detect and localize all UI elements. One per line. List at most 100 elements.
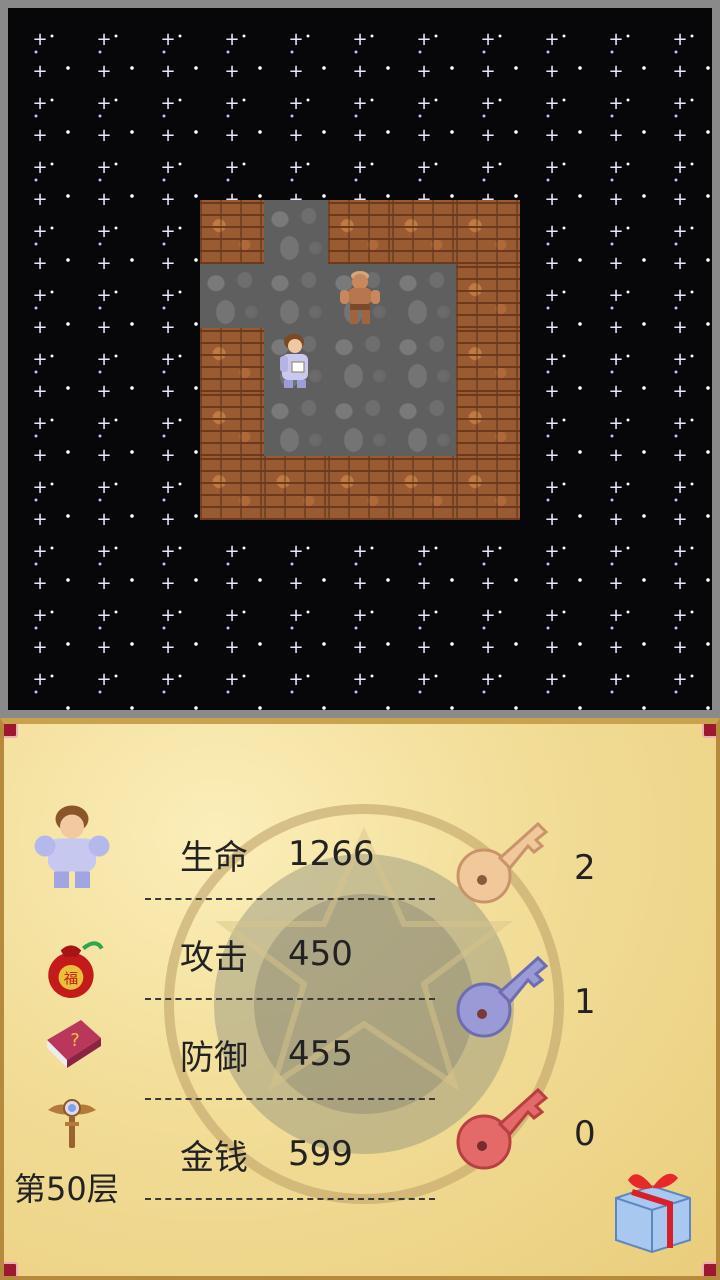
- star-icon: +: [480, 125, 496, 146]
- star-icon: +: [352, 541, 368, 562]
- star-icon: +: [416, 669, 432, 690]
- star-icon: +: [416, 541, 432, 562]
- star-icon: +: [672, 285, 688, 306]
- star-icon: +: [352, 157, 368, 178]
- star-icon: +: [544, 573, 560, 594]
- star-icon: +: [608, 605, 624, 626]
- star-icon: +: [32, 221, 48, 242]
- star-icon: +: [544, 317, 560, 338]
- star-icon: +: [32, 93, 48, 114]
- floor-tile[interactable]: [392, 328, 456, 392]
- star-icon: +: [672, 253, 688, 274]
- star-icon: +: [96, 189, 112, 210]
- star-icon: +: [608, 413, 624, 434]
- wall-tile: [200, 456, 264, 520]
- gift-box-icon[interactable]: [606, 1164, 698, 1256]
- star-icon: +: [96, 637, 112, 658]
- star-icon: +: [480, 605, 496, 626]
- star-icon: +: [672, 413, 688, 434]
- star-icon: +: [96, 285, 112, 306]
- floor-tile[interactable]: [264, 200, 328, 264]
- star-icon: +: [224, 637, 240, 658]
- star-icon: +: [32, 381, 48, 402]
- star-icon: +: [672, 669, 688, 690]
- star-icon: +: [288, 125, 304, 146]
- star-icon: +: [544, 221, 560, 242]
- red-key-icon: [456, 1087, 549, 1170]
- floor-tile[interactable]: [392, 392, 456, 456]
- star-icon: +: [608, 669, 624, 690]
- floor-tile[interactable]: [392, 264, 456, 328]
- star-icon: +: [672, 381, 688, 402]
- npc-strongman-sprite[interactable]: [328, 264, 392, 328]
- star-icon: +: [544, 637, 560, 658]
- star-icon: +: [352, 637, 368, 658]
- star-icon: +: [96, 541, 112, 562]
- star-icon: +: [608, 29, 624, 50]
- star-icon: +: [672, 125, 688, 146]
- floor-tile[interactable]: [264, 392, 328, 456]
- star-icon: +: [160, 157, 176, 178]
- star-icon: +: [480, 669, 496, 690]
- star-icon: +: [480, 573, 496, 594]
- star-icon: +: [608, 445, 624, 466]
- stat-divider: [145, 1198, 435, 1200]
- star-icon: +: [544, 157, 560, 178]
- monster-book-icon[interactable]: ?: [40, 1014, 106, 1074]
- yellow-key-count: 2: [574, 848, 596, 888]
- wall-tile: [456, 264, 520, 328]
- star-icon: +: [608, 157, 624, 178]
- floor-tile[interactable]: [264, 264, 328, 328]
- hero-sprite[interactable]: [264, 328, 328, 392]
- star-icon: +: [288, 93, 304, 114]
- star-icon: +: [32, 445, 48, 466]
- star-icon: +: [160, 61, 176, 82]
- star-icon: +: [96, 349, 112, 370]
- floor-tile[interactable]: [328, 392, 392, 456]
- hp-label: 生命: [180, 838, 248, 878]
- star-icon: +: [32, 349, 48, 370]
- star-icon: +: [352, 125, 368, 146]
- star-icon: +: [544, 189, 560, 210]
- star-icon: +: [544, 381, 560, 402]
- tower-room[interactable]: [200, 200, 520, 520]
- floor-tile[interactable]: [200, 264, 264, 328]
- star-icon: +: [544, 93, 560, 114]
- lucky-bag-icon[interactable]: 福: [40, 934, 106, 1000]
- star-icon: +: [608, 573, 624, 594]
- star-icon: +: [160, 253, 176, 274]
- star-icon: +: [416, 29, 432, 50]
- star-icon: +: [352, 61, 368, 82]
- floor-tile[interactable]: [328, 328, 392, 392]
- star-icon: +: [352, 93, 368, 114]
- fly-wand-icon[interactable]: [40, 1090, 104, 1154]
- star-icon: +: [96, 413, 112, 434]
- star-icon: +: [544, 61, 560, 82]
- star-icon: +: [96, 253, 112, 274]
- star-icon: +: [288, 541, 304, 562]
- game-board[interactable]: + + + + + + + + + + + + + + + + + + + + + + + + + + + + + + + + + + + + + + + +…: [0, 0, 720, 718]
- star-icon: +: [32, 637, 48, 658]
- hp-value: 1266: [288, 834, 375, 874]
- hero-portrait-icon[interactable]: [24, 798, 120, 894]
- star-icon: +: [672, 637, 688, 658]
- star-icon: +: [32, 285, 48, 306]
- star-icon: +: [672, 93, 688, 114]
- wall-tile: [456, 456, 520, 520]
- wall-tile: [392, 456, 456, 520]
- star-icon: +: [32, 317, 48, 338]
- star-icon: +: [224, 605, 240, 626]
- star-icon: +: [480, 157, 496, 178]
- defense-value: 455: [288, 1034, 353, 1074]
- star-icon: +: [32, 157, 48, 178]
- star-icon: +: [544, 349, 560, 370]
- red-key-count: 0: [574, 1114, 596, 1154]
- star-icon: +: [96, 445, 112, 466]
- star-icon: +: [224, 61, 240, 82]
- star-icon: +: [416, 93, 432, 114]
- star-icon: +: [288, 637, 304, 658]
- star-icon: +: [96, 93, 112, 114]
- star-icon: +: [544, 285, 560, 306]
- panel-corner: [702, 724, 716, 738]
- panel-corner: [4, 724, 18, 738]
